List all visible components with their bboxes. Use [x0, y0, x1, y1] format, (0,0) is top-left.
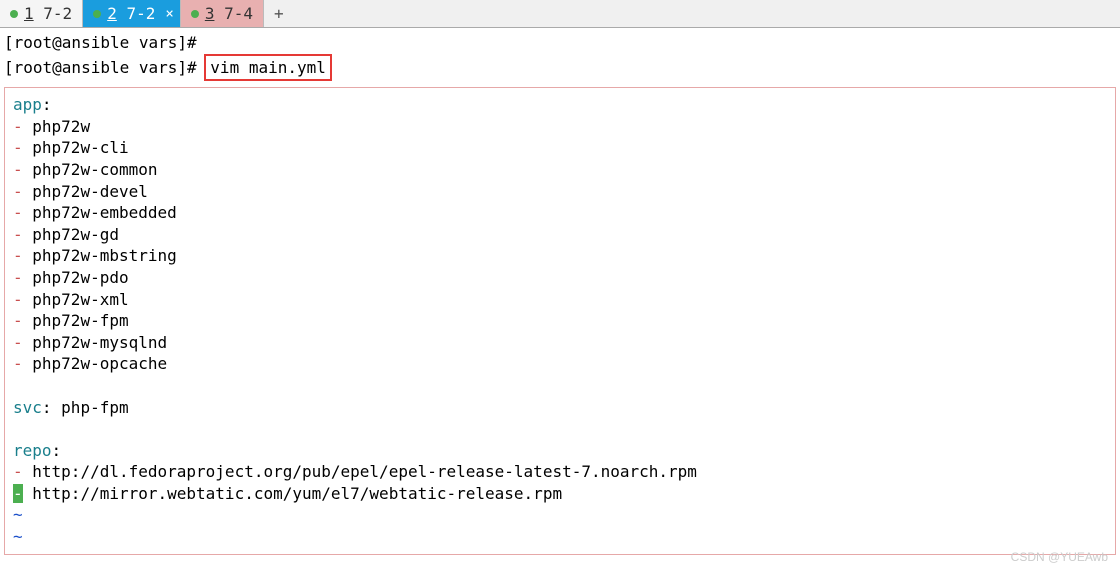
yaml-list-item: - php72w-common [13, 159, 1107, 181]
yaml-svc-value: php-fpm [61, 398, 128, 417]
yaml-key-svc: svc [13, 398, 42, 417]
tab-label: 1 7-2 [24, 4, 72, 23]
yaml-list-item: - php72w-cli [13, 137, 1107, 159]
tab-3[interactable]: 3 7-4 [181, 0, 264, 27]
yaml-list-item: - php72w-gd [13, 224, 1107, 246]
yaml-key-app: app [13, 95, 42, 114]
watermark: CSDN @YUEAwb [1011, 550, 1108, 564]
yaml-list-item: - php72w-opcache [13, 353, 1107, 375]
yaml-list-item: - php72w-mysqlnd [13, 332, 1107, 354]
add-tab-button[interactable]: + [264, 2, 294, 25]
command-highlight: vim main.yml [204, 54, 332, 82]
close-icon[interactable]: × [165, 6, 173, 22]
editor-content[interactable]: app: - php72w- php72w-cli- php72w-common… [4, 87, 1116, 554]
tab-label: 2 7-2 [107, 4, 155, 23]
yaml-list-item: - php72w-devel [13, 181, 1107, 203]
terminal-area[interactable]: [root@ansible vars]# [root@ansible vars]… [0, 28, 1120, 81]
yaml-list-item: - php72w [13, 116, 1107, 138]
yaml-list-item: - php72w-embedded [13, 202, 1107, 224]
yaml-list-item: - php72w-fpm [13, 310, 1107, 332]
tab-label: 3 7-4 [205, 4, 253, 23]
yaml-key-repo: repo [13, 441, 52, 460]
tab-1[interactable]: 1 7-2 [0, 0, 83, 27]
status-dot-icon [10, 10, 18, 18]
prompt-line-2: [root@ansible vars]# vim main.yml [4, 54, 1116, 82]
status-dot-icon [191, 10, 199, 18]
prompt-line-1: [root@ansible vars]# [4, 32, 1116, 54]
yaml-list-item: - php72w-pdo [13, 267, 1107, 289]
yaml-list-item: - http://mirror.webtatic.com/yum/el7/web… [13, 483, 1107, 505]
yaml-list-item: - php72w-xml [13, 289, 1107, 311]
tab-bar: 1 7-2 2 7-2 × 3 7-4 + [0, 0, 1120, 28]
status-dot-icon [93, 10, 101, 18]
vim-tilde: ~ [13, 527, 23, 546]
yaml-list-item: - php72w-mbstring [13, 245, 1107, 267]
vim-tilde: ~ [13, 505, 23, 524]
yaml-list-item: - http://dl.fedoraproject.org/pub/epel/e… [13, 461, 1107, 483]
tab-2-active[interactable]: 2 7-2 × [83, 0, 181, 27]
